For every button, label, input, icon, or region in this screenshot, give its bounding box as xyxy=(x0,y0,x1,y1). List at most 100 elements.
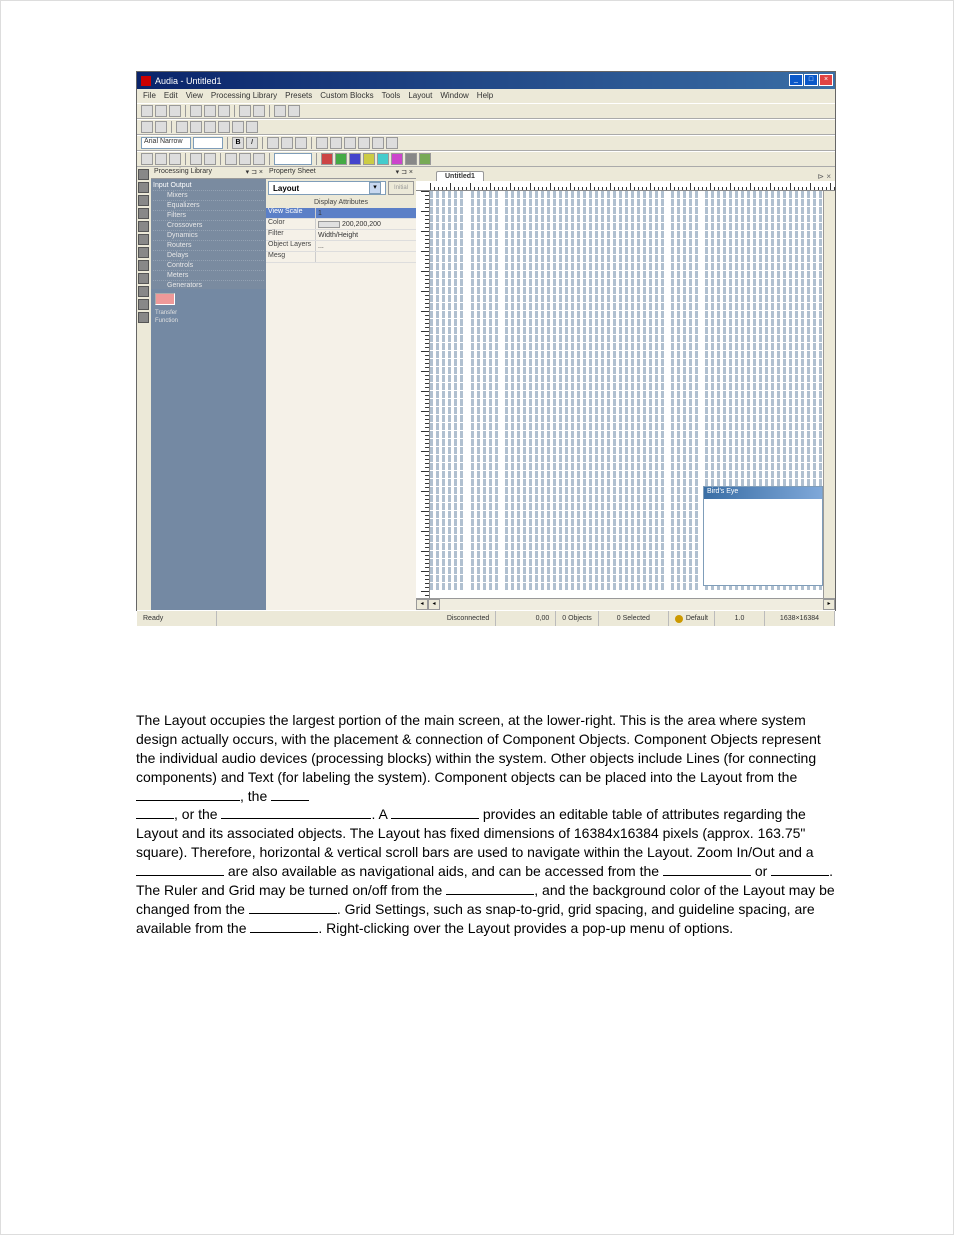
component-preview-icon[interactable] xyxy=(155,293,175,305)
prop-val[interactable]: 1 xyxy=(316,208,416,218)
color-green-icon[interactable] xyxy=(335,153,347,165)
vtool-io-icon[interactable] xyxy=(138,169,149,180)
vertical-scrollbar[interactable] xyxy=(823,191,835,598)
new-icon[interactable] xyxy=(141,105,153,117)
property-row[interactable]: Color 200,200,200 xyxy=(266,219,416,230)
size-combo[interactable] xyxy=(193,137,223,149)
text-right-icon[interactable] xyxy=(295,137,307,149)
panel-pin-icon[interactable]: ▾ ⊐ × xyxy=(246,168,263,177)
tree-item-dynamics[interactable]: Dynamics xyxy=(153,230,264,240)
shape-icon[interactable] xyxy=(372,137,384,149)
vtool-meter-icon[interactable] xyxy=(138,286,149,297)
property-row[interactable]: Filter Width/Height xyxy=(266,230,416,241)
text-left-icon[interactable] xyxy=(267,137,279,149)
save-icon[interactable] xyxy=(169,105,181,117)
tree-item-delays[interactable]: Delays xyxy=(153,250,264,260)
prop-val[interactable]: ... xyxy=(316,241,416,251)
tab-close-icon[interactable]: ⊳ × xyxy=(817,172,831,181)
open-icon[interactable] xyxy=(155,105,167,117)
panel-controls-icon[interactable]: ▾ ⊐ × xyxy=(396,168,413,177)
menu-edit[interactable]: Edit xyxy=(164,91,178,101)
grid-icon[interactable] xyxy=(190,153,202,165)
color-olive-icon[interactable] xyxy=(419,153,431,165)
menu-window[interactable]: Window xyxy=(440,91,468,101)
tree-item-filters[interactable]: Filters xyxy=(153,210,264,220)
layout-tab[interactable]: Untitled1 xyxy=(436,171,484,181)
copy-icon[interactable] xyxy=(204,105,216,117)
align-left-icon[interactable] xyxy=(176,121,188,133)
fill-color-icon[interactable] xyxy=(316,137,328,149)
vtool-delay-icon[interactable] xyxy=(138,260,149,271)
property-initial-button[interactable]: Initial xyxy=(388,181,414,195)
font-combo[interactable]: Arial Narrow xyxy=(141,137,191,149)
disconnect-icon[interactable] xyxy=(155,153,167,165)
print-icon[interactable] xyxy=(274,105,286,117)
tree-item-equalizers[interactable]: Equalizers xyxy=(153,200,264,210)
chevron-down-icon[interactable]: ▾ xyxy=(369,182,381,194)
color-yellow-icon[interactable] xyxy=(363,153,375,165)
color-gray-icon[interactable] xyxy=(405,153,417,165)
color-red-icon[interactable] xyxy=(321,153,333,165)
vtool-filter-icon[interactable] xyxy=(138,208,149,219)
menu-presets[interactable]: Presets xyxy=(285,91,312,101)
menu-file[interactable]: File xyxy=(143,91,156,101)
tool-icon[interactable] xyxy=(155,121,167,133)
menu-processing-library[interactable]: Processing Library xyxy=(211,91,277,101)
vtool-diag-icon[interactable] xyxy=(138,312,149,323)
zoom-in-icon[interactable] xyxy=(225,153,237,165)
line-color-icon[interactable] xyxy=(330,137,342,149)
menu-layout[interactable]: Layout xyxy=(408,91,432,101)
text-center-icon[interactable] xyxy=(281,137,293,149)
scroll-right-icon[interactable]: ▸ xyxy=(823,599,835,610)
vtool-router-icon[interactable] xyxy=(138,247,149,258)
scroll-track[interactable] xyxy=(440,599,823,610)
property-row[interactable]: Mesg xyxy=(266,252,416,263)
vtool-gen-icon[interactable] xyxy=(138,299,149,310)
tree-item-generators[interactable]: Generators xyxy=(153,280,264,289)
close-button[interactable]: × xyxy=(819,74,833,86)
layout-canvas[interactable]: Bird's Eye xyxy=(430,191,835,598)
vtool-dyn-icon[interactable] xyxy=(138,234,149,245)
help-icon[interactable] xyxy=(288,105,300,117)
scroll-left2-icon[interactable]: ◂ xyxy=(428,599,440,610)
minimize-button[interactable]: _ xyxy=(789,74,803,86)
paste-icon[interactable] xyxy=(218,105,230,117)
property-row[interactable]: Object Layers ... xyxy=(266,241,416,252)
color-cyan-icon[interactable] xyxy=(377,153,389,165)
align-center-icon[interactable] xyxy=(190,121,202,133)
align-top-icon[interactable] xyxy=(218,121,230,133)
zoom-out-icon[interactable] xyxy=(239,153,251,165)
tree-item-crossovers[interactable]: Crossovers xyxy=(153,220,264,230)
bold-icon[interactable]: B xyxy=(232,137,244,149)
line-style-icon[interactable] xyxy=(344,137,356,149)
tree-item-meters[interactable]: Meters xyxy=(153,270,264,280)
vtool-mixer-icon[interactable] xyxy=(138,182,149,193)
property-row[interactable]: View Scale 1 xyxy=(266,208,416,219)
vtool-eq-icon[interactable] xyxy=(138,195,149,206)
tree-root[interactable]: Input Output xyxy=(153,181,264,190)
zoom-fit-icon[interactable] xyxy=(253,153,265,165)
align-bottom-icon[interactable] xyxy=(246,121,258,133)
menu-help[interactable]: Help xyxy=(477,91,493,101)
vtool-xover-icon[interactable] xyxy=(138,221,149,232)
menu-tools[interactable]: Tools xyxy=(382,91,401,101)
connect-icon[interactable] xyxy=(141,153,153,165)
undo-icon[interactable] xyxy=(239,105,251,117)
compile-icon[interactable] xyxy=(169,153,181,165)
property-object-combo[interactable]: Layout ▾ xyxy=(268,181,386,195)
pointer-icon[interactable] xyxy=(141,121,153,133)
line-weight-icon[interactable] xyxy=(358,137,370,149)
shadow-icon[interactable] xyxy=(386,137,398,149)
prop-val[interactable]: Width/Height xyxy=(316,230,416,240)
redo-icon[interactable] xyxy=(253,105,265,117)
prop-val[interactable]: 200,200,200 xyxy=(316,219,416,229)
component-tree[interactable]: Input Output Mixers Equalizers Filters C… xyxy=(151,179,266,289)
horizontal-scrollbar[interactable]: ◂ ◂ ▸ xyxy=(416,598,835,610)
menu-custom-blocks[interactable]: Custom Blocks xyxy=(320,91,373,101)
ruler-icon[interactable] xyxy=(204,153,216,165)
color-magenta-icon[interactable] xyxy=(391,153,403,165)
cut-icon[interactable] xyxy=(190,105,202,117)
maximize-button[interactable]: □ xyxy=(804,74,818,86)
tree-item-mixers[interactable]: Mixers xyxy=(153,190,264,200)
tree-item-controls[interactable]: Controls xyxy=(153,260,264,270)
